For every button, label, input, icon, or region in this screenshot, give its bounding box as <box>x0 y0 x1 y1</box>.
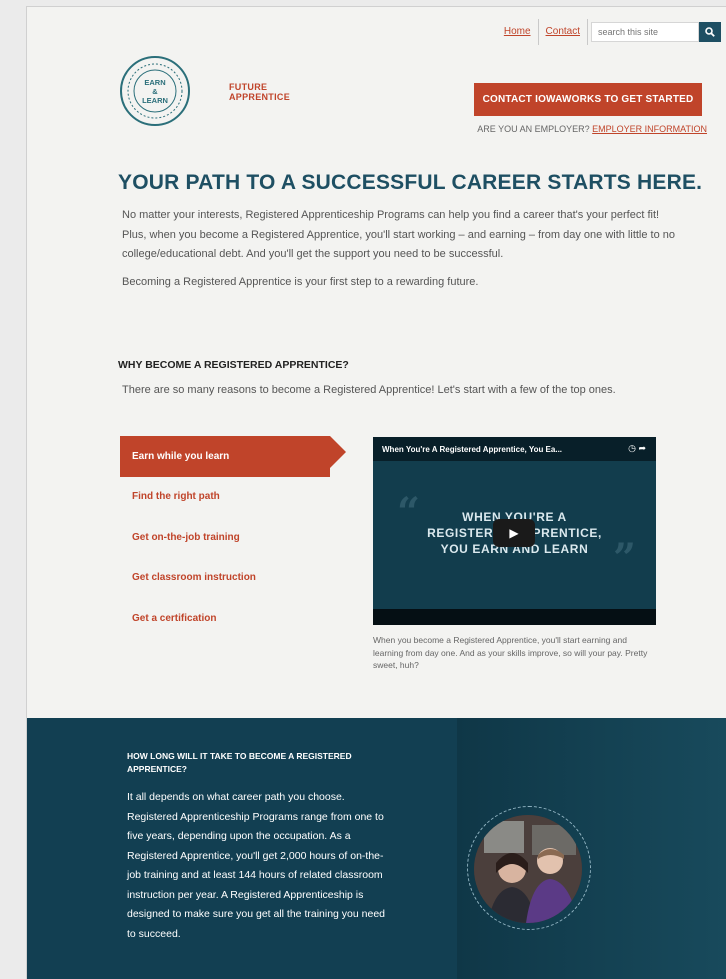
contact-iowaworks-button[interactable]: CONTACT IOWAWORKS TO GET STARTED <box>474 83 702 116</box>
tab-on-the-job-training[interactable]: Get on-the-job training <box>120 517 350 558</box>
page: Home Contact EARN & LEARN FUTURE APPRENT… <box>26 6 726 979</box>
search-button[interactable] <box>699 22 721 42</box>
reasons-tablist: Earn while you learn Find the right path… <box>120 436 350 639</box>
how-long-section: HOW LONG WILL IT TAKE TO BECOME A REGIST… <box>27 718 726 979</box>
logo-text-top: EARN <box>144 78 166 87</box>
video-control-bar <box>373 609 656 625</box>
video-actions: ◷ ➦ <box>628 443 646 454</box>
apprentice-photo <box>467 806 591 930</box>
share-icon[interactable]: ➦ <box>638 443 646 453</box>
intro-paragraph-1: No matter your interests, Registered App… <box>122 209 676 260</box>
play-icon: ▶ <box>509 526 519 540</box>
search-input[interactable] <box>591 22 699 42</box>
brand-line-2: APPRENTICE <box>229 92 291 102</box>
play-button[interactable]: ▶ <box>493 519 535 547</box>
logo-text-mid: & <box>152 87 158 96</box>
video-title[interactable]: When You're A Registered Apprentice, You… <box>373 437 656 461</box>
logo-text-bottom: LEARN <box>142 96 168 105</box>
tab-find-the-right-path[interactable]: Find the right path <box>120 477 350 518</box>
intro-paragraph-2: Becoming a Registered Apprentice is your… <box>122 275 479 288</box>
page-title: YOUR PATH TO A SUCCESSFUL CAREER STARTS … <box>118 171 703 194</box>
employer-info: ARE YOU AN EMPLOYER? EMPLOYER INFORMATIO… <box>477 124 707 134</box>
nav-home-link[interactable]: Home <box>497 21 538 43</box>
video-caption: When you become a Registered Apprentice,… <box>373 635 648 670</box>
watch-later-icon[interactable]: ◷ <box>628 443 636 453</box>
tab-certification[interactable]: Get a certification <box>120 598 350 639</box>
video-player[interactable]: When You're A Registered Apprentice, You… <box>373 437 656 625</box>
search-icon <box>705 27 715 37</box>
tab-earn-while-you-learn[interactable]: Earn while you learn <box>120 436 346 477</box>
how-long-text: It all depends on what career path you c… <box>127 791 386 940</box>
brand-line-1: FUTURE <box>229 82 268 92</box>
employer-prompt: ARE YOU AN EMPLOYER? <box>477 124 590 134</box>
how-long-heading: HOW LONG WILL IT TAKE TO BECOME A REGIST… <box>127 751 352 774</box>
utility-bar: Home Contact <box>497 19 721 45</box>
nav-contact-link[interactable]: Contact <box>539 21 587 43</box>
why-heading: WHY BECOME A REGISTERED APPRENTICE? <box>118 359 349 371</box>
earn-learn-logo[interactable]: EARN & LEARN <box>119 55 191 127</box>
brand-name: FUTURE APPRENTICE <box>229 82 290 102</box>
divider <box>587 19 588 45</box>
intro-text: No matter your interests, Registered App… <box>122 206 684 300</box>
people-photo-icon <box>474 815 582 923</box>
tab-classroom-instruction[interactable]: Get classroom instruction <box>120 558 350 599</box>
employer-info-link[interactable]: EMPLOYER INFORMATION <box>592 124 707 134</box>
search-form <box>591 22 721 42</box>
why-text: There are so many reasons to become a Re… <box>122 384 616 396</box>
